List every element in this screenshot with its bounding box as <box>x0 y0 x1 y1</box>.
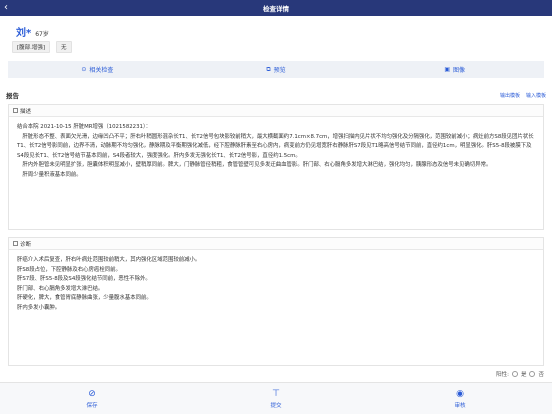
diagnosis-title: 诊断 <box>20 241 32 248</box>
positive-no-radio[interactable] <box>529 371 536 377</box>
preview-button[interactable]: ⧉ 预览 <box>187 61 366 78</box>
template-links: 输出模板 输入模板 <box>500 92 546 99</box>
review-label: 审核 <box>454 402 466 409</box>
positive-label: 阳性: <box>496 372 509 378</box>
export-template-link[interactable]: 输出模板 <box>500 92 520 99</box>
description-line: 肝脏形态不整、表面欠光滑，边缘凹凸不平；肝右叶稍圆形混杂长T1、长T2信号包块影… <box>17 133 534 159</box>
image-icon: ▣ <box>444 66 450 73</box>
patient-age: 67岁 <box>35 31 49 38</box>
document-icon <box>13 241 18 246</box>
patient-name: 刘* <box>16 28 32 39</box>
submit-label: 提交 <box>270 402 282 409</box>
exam-tags: [腹部.增强] 无 <box>12 41 72 53</box>
diagnosis-line: 肝S7段、肝S5-8段及S4段强化结节同前，恶性不除外。 <box>17 276 151 282</box>
description-line: 肝周少量积液基本同前。 <box>17 171 82 178</box>
eye-icon: ◉ <box>456 388 464 399</box>
description-line: 结合本院 2021-10-15 肝脏MR增强（1021582231）： <box>17 124 152 130</box>
description-line: 肝内外胆管未见明显扩张，胆囊体积明显减小，壁稍厚同前。脾大，门静脉管径稍粗，食管… <box>17 162 492 168</box>
diagnosis-header: 诊断 <box>9 238 543 250</box>
review-button[interactable]: ◉ 审核 <box>368 383 552 414</box>
preview-label: 预览 <box>273 67 286 74</box>
action-bar: ⊙ 相关检查 ⧉ 预览 ▣ 图像 <box>8 61 544 78</box>
description-header: 描述 <box>9 105 543 117</box>
status-tag: 无 <box>56 41 72 53</box>
positive-yes-label: 是 <box>520 372 527 378</box>
diagnosis-line: 肝S8段占位，下腔静脉及右心房癌栓同前。 <box>17 266 121 273</box>
images-button[interactable]: ▣ 图像 <box>365 61 544 78</box>
page-title: 检查详情 <box>263 5 289 13</box>
bottom-toolbar: ⊘ 保存 ⊤ 提交 ◉ 审核 <box>0 382 552 414</box>
preview-icon: ⧉ <box>266 65 271 73</box>
patient-info: 刘* 67岁 <box>16 24 49 39</box>
import-template-link[interactable]: 输入模板 <box>526 92 546 99</box>
submit-icon: ⊤ <box>272 388 280 399</box>
diagnosis-text[interactable]: 肝癌介入术后复查，肝右叶病灶范围较前稍大，其内强化区域范围较前减小。 肝S8段占… <box>9 250 543 319</box>
positive-no-label: 否 <box>538 372 544 378</box>
check-circle-icon: ⊘ <box>88 388 96 399</box>
exam-type-tag: [腹部.增强] <box>12 41 51 53</box>
diagnosis-section: 诊断 肝癌介入术后复查，肝右叶病灶范围较前稍大，其内强化区域范围较前减小。 肝S… <box>8 237 544 366</box>
save-button[interactable]: ⊘ 保存 <box>0 383 184 414</box>
description-section: 描述 结合本院 2021-10-15 肝脏MR增强（1021582231）： 肝… <box>8 104 544 230</box>
top-bar: ‹ 检查详情 <box>0 0 552 16</box>
link-icon: ⊙ <box>81 66 87 73</box>
diagnosis-line: 肝门部、右心膈角多发增大淋巴结。 <box>17 285 104 292</box>
diagnosis-line: 肝硬化，脾大，食管胃底静脉曲张，少量腹水基本同前。 <box>17 295 152 301</box>
images-label: 图像 <box>453 67 466 74</box>
positive-selector: 阳性: 是 否 <box>496 370 544 378</box>
description-title: 描述 <box>20 108 32 115</box>
positive-yes-radio[interactable] <box>511 371 518 377</box>
report-heading: 报告 <box>6 92 19 100</box>
document-icon <box>13 108 18 113</box>
related-exams-button[interactable]: ⊙ 相关检查 <box>8 61 187 78</box>
diagnosis-line: 肝癌介入术后复查，肝右叶病灶范围较前稍大，其内强化区域范围较前减小。 <box>17 257 201 263</box>
related-exams-label: 相关检查 <box>89 67 114 74</box>
description-text[interactable]: 结合本院 2021-10-15 肝脏MR增强（1021582231）： 肝脏形态… <box>9 117 543 186</box>
submit-button[interactable]: ⊤ 提交 <box>184 383 368 414</box>
diagnosis-line: 肝内多发小囊肿。 <box>17 304 61 311</box>
save-label: 保存 <box>86 402 98 409</box>
